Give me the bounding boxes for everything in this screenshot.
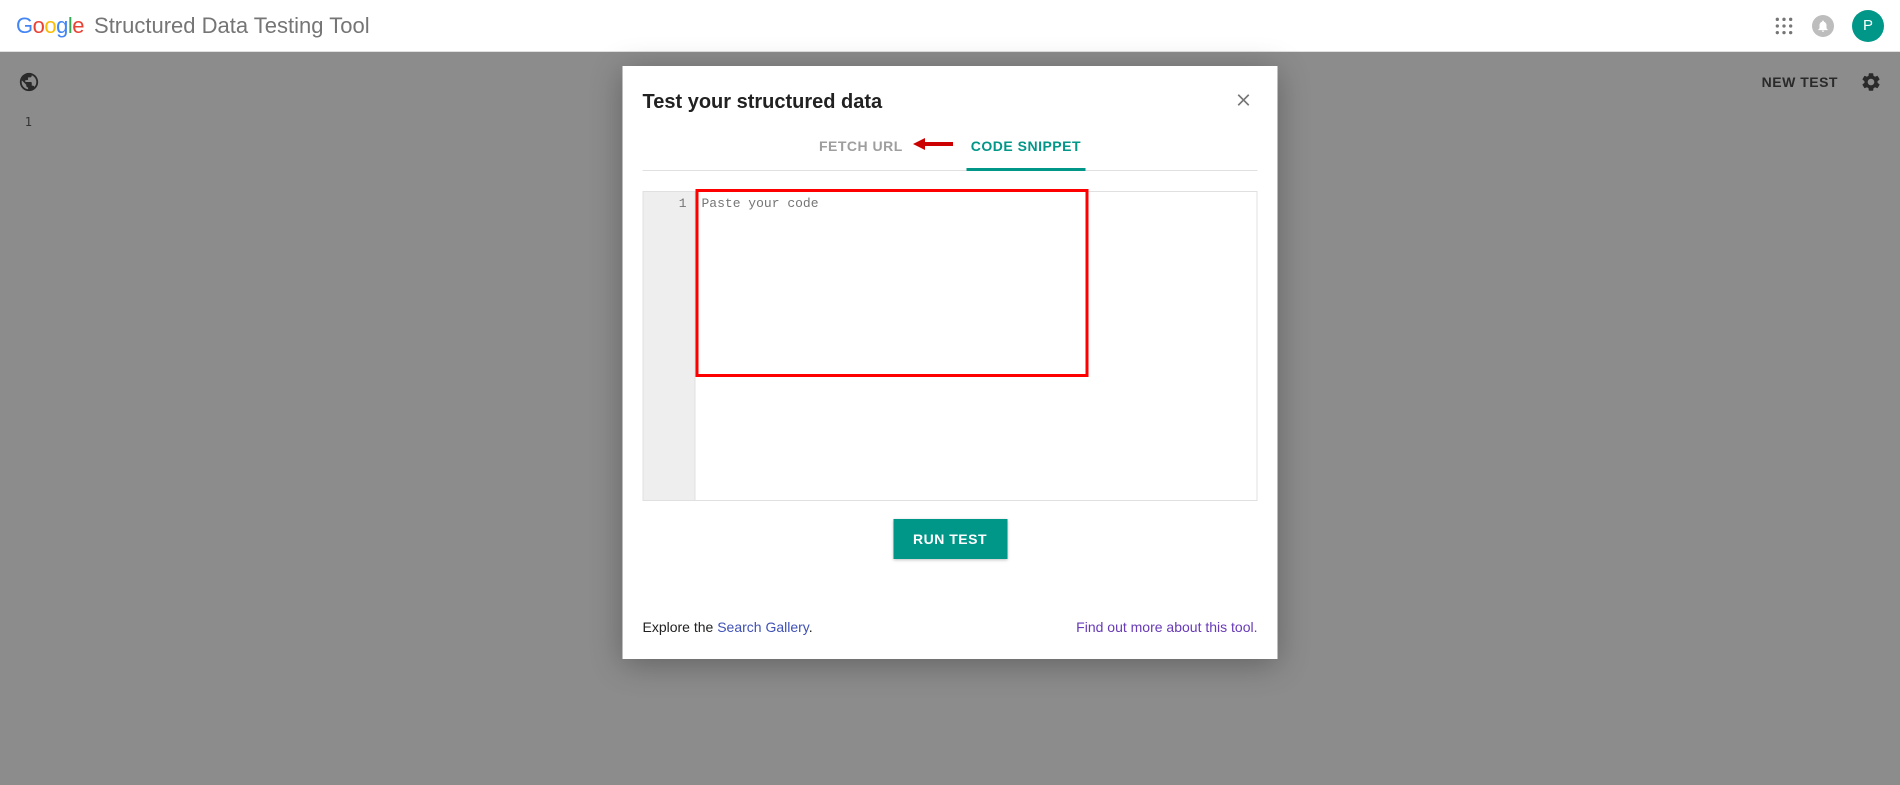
find-out-more-link[interactable]: Find out more about this tool. xyxy=(1076,619,1257,635)
code-editor: 1 xyxy=(643,191,1258,501)
top-header: Google Structured Data Testing Tool P xyxy=(0,0,1900,52)
footer-find-out: Find out more about this tool. xyxy=(1076,619,1257,635)
apps-icon[interactable] xyxy=(1774,16,1794,36)
globe-icon[interactable] xyxy=(18,71,40,93)
code-editor-container: 1 xyxy=(643,191,1258,501)
tab-fetch-url[interactable]: FETCH URL xyxy=(815,124,907,171)
toolbar-right: NEW TEST xyxy=(1762,71,1882,93)
close-icon[interactable] xyxy=(1234,90,1258,114)
code-gutter: 1 xyxy=(644,192,696,500)
gear-icon[interactable] xyxy=(1860,71,1882,93)
google-logo: Google xyxy=(16,13,84,39)
annotation-arrow-icon xyxy=(913,135,953,158)
app-title: Structured Data Testing Tool xyxy=(94,13,370,39)
dialog-header: Test your structured data xyxy=(643,84,1258,124)
footer-explore-prefix: Explore the xyxy=(643,619,718,635)
dialog-footer: Explore the Search Gallery. Find out mor… xyxy=(643,619,1258,635)
notifications-icon[interactable] xyxy=(1812,15,1834,37)
avatar[interactable]: P xyxy=(1852,10,1884,42)
background-line-number: 1 xyxy=(0,115,42,129)
tab-code-snippet[interactable]: CODE SNIPPET xyxy=(967,124,1085,171)
search-gallery-link[interactable]: Search Gallery xyxy=(717,619,809,635)
code-line-number: 1 xyxy=(644,196,695,211)
run-test-button[interactable]: RUN TEST xyxy=(893,519,1007,559)
footer-explore: Explore the Search Gallery. xyxy=(643,619,813,635)
dialog-title: Test your structured data xyxy=(643,91,883,114)
new-test-button[interactable]: NEW TEST xyxy=(1762,74,1838,90)
code-input[interactable] xyxy=(696,192,1257,500)
header-right: P xyxy=(1774,10,1884,42)
footer-explore-suffix: . xyxy=(809,619,813,635)
background-editor-gutter: 1 xyxy=(0,113,42,785)
